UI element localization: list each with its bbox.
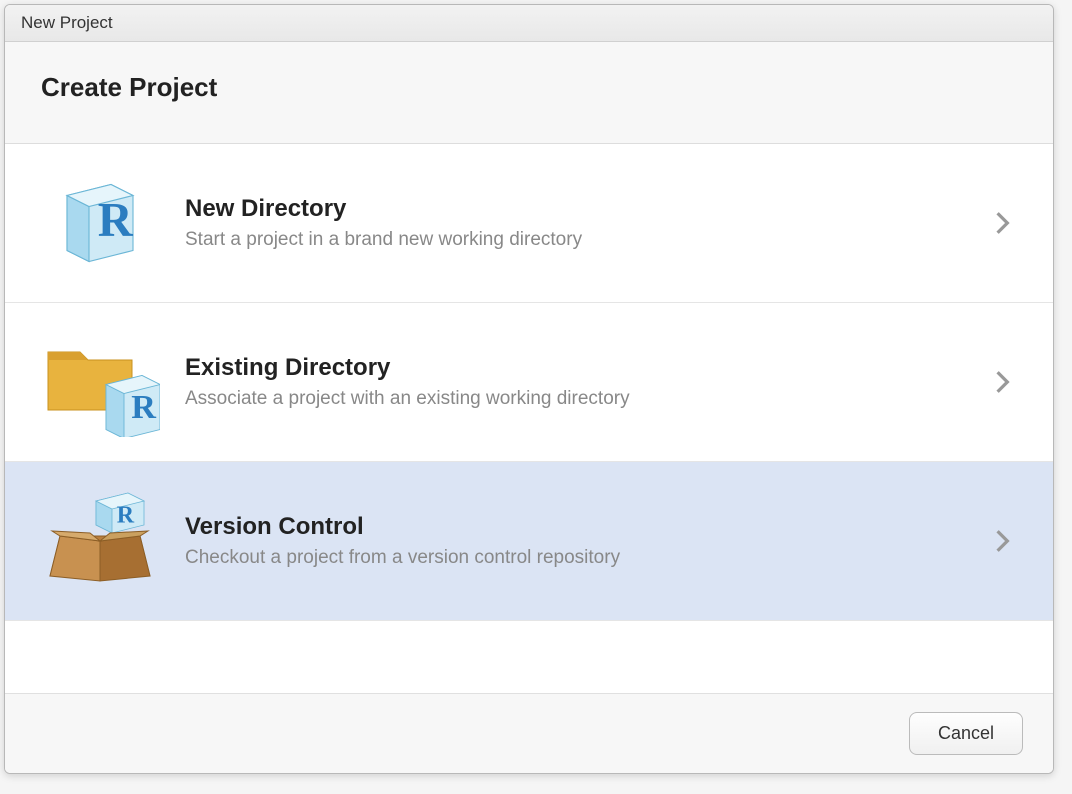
window-title: New Project <box>5 5 1053 42</box>
option-version-control[interactable]: R Version Control Checkout a project fro… <box>5 462 1053 621</box>
option-existing-directory[interactable]: R Existing Directory Associate a project… <box>5 303 1053 462</box>
new-project-dialog: New Project Create Project R New Directo… <box>4 4 1054 774</box>
option-title: Existing Directory <box>185 354 983 382</box>
chevron-right-icon <box>983 210 1023 236</box>
option-text: New Directory Start a project in a brand… <box>165 195 983 251</box>
page-title: Create Project <box>41 72 1017 103</box>
svg-text:R: R <box>117 503 135 529</box>
option-desc: Start a project in a brand new working d… <box>185 229 983 251</box>
option-title: New Directory <box>185 195 983 223</box>
option-text: Version Control Checkout a project from … <box>165 513 983 569</box>
option-title: Version Control <box>185 513 983 541</box>
box-r-cube-icon: R <box>35 486 165 596</box>
option-desc: Checkout a project from a version contro… <box>185 547 983 569</box>
chevron-right-icon <box>983 528 1023 554</box>
dialog-footer: Cancel <box>5 693 1053 773</box>
svg-text:R: R <box>98 194 134 247</box>
r-cube-icon: R <box>35 168 165 278</box>
chevron-right-icon <box>983 369 1023 395</box>
dialog-header: Create Project <box>5 42 1053 144</box>
folder-r-cube-icon: R <box>35 327 165 437</box>
option-desc: Associate a project with an existing wor… <box>185 388 983 410</box>
svg-text:R: R <box>131 389 156 426</box>
project-options-list: R New Directory Start a project in a bra… <box>5 144 1053 621</box>
option-text: Existing Directory Associate a project w… <box>165 354 983 410</box>
cancel-button[interactable]: Cancel <box>909 712 1023 755</box>
option-new-directory[interactable]: R New Directory Start a project in a bra… <box>5 144 1053 303</box>
